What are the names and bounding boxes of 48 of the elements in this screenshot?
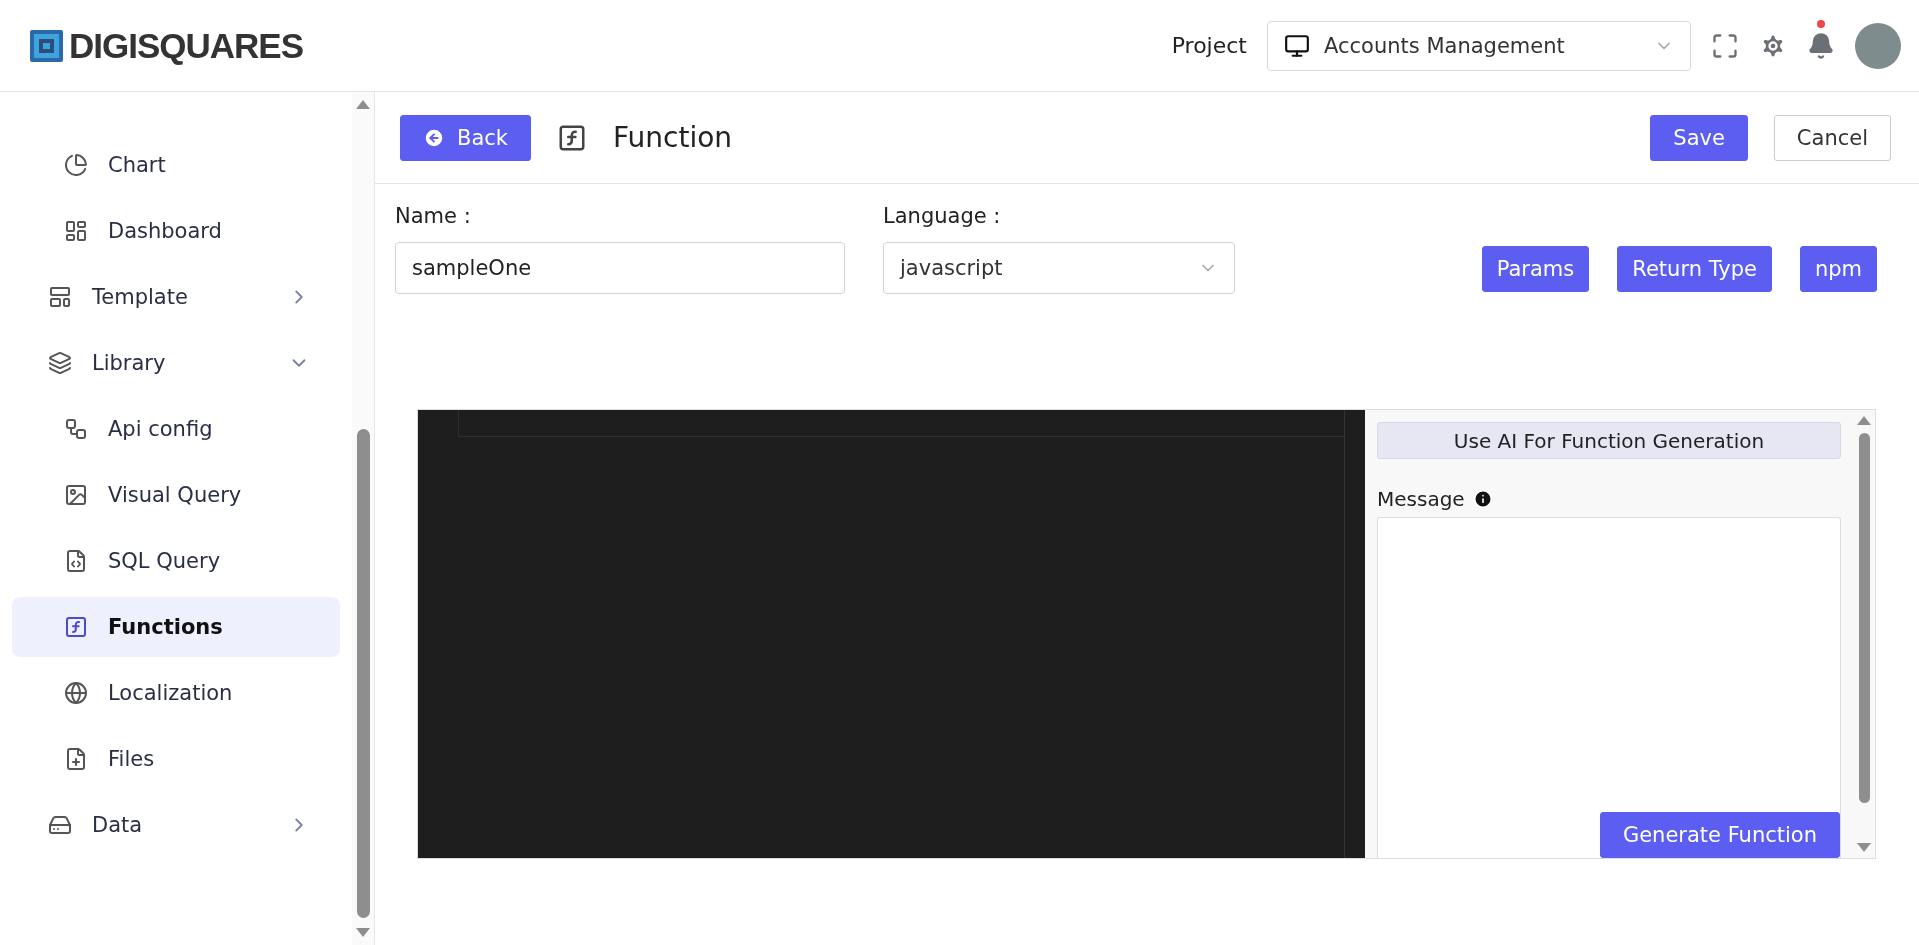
sidebar-item[interactable]: Visual Query — [12, 465, 340, 525]
language-select[interactable]: javascript — [883, 242, 1235, 294]
message-label: Message — [1377, 487, 1465, 511]
ai-panel-title: Use AI For Function Generation — [1377, 422, 1841, 459]
project-select[interactable]: Accounts Management — [1267, 20, 1691, 71]
save-button[interactable]: Save — [1650, 114, 1748, 161]
sidebar-group-icon — [48, 813, 72, 837]
cancel-button[interactable]: Cancel — [1773, 114, 1891, 161]
logo-icon — [30, 29, 63, 62]
form-button[interactable]: Params — [1481, 246, 1590, 292]
arrow-left-icon — [423, 126, 445, 149]
sidebar-item-icon — [64, 681, 88, 705]
fullscreen-button[interactable] — [1711, 31, 1739, 60]
generate-function-button[interactable]: Generate Function — [1599, 812, 1840, 858]
avatar[interactable] — [1855, 22, 1901, 69]
form-button[interactable]: npm — [1799, 246, 1877, 292]
sidebar-group-icon — [48, 351, 72, 375]
sidebar-item-icon — [64, 549, 88, 573]
logo-text: DIGISQUARES — [69, 25, 304, 66]
back-button[interactable]: Back — [400, 114, 531, 161]
sidebar-item[interactable]: Chart — [12, 135, 340, 195]
sidebar-item-icon — [64, 747, 88, 771]
sidebar-group[interactable]: Library — [12, 333, 340, 393]
name-input[interactable]: sampleOne — [395, 242, 845, 294]
info-icon — [1472, 489, 1493, 509]
sidebar-item[interactable]: Dashboard — [12, 201, 340, 261]
sidebar-item-icon — [64, 417, 88, 441]
sidebar-item[interactable]: Localization — [12, 663, 340, 723]
monitor-icon — [1284, 32, 1310, 59]
sidebar-group[interactable]: Data — [12, 795, 340, 855]
language-label: Language : — [883, 204, 1002, 228]
form-button[interactable]: Return Type — [1617, 246, 1772, 292]
sidebar-item[interactable]: SQL Query — [12, 531, 340, 591]
sidebar-item-icon — [64, 483, 88, 507]
sidebar-item-icon — [64, 219, 88, 243]
page-title: Function — [613, 121, 734, 154]
sidebar-item-icon — [64, 153, 88, 177]
project-label: Project — [1171, 33, 1247, 58]
sidebar-item-icon — [64, 615, 88, 639]
sidebar-item[interactable]: Functions — [12, 597, 340, 657]
sidebar-group[interactable]: Template — [12, 267, 340, 327]
sidebar-item[interactable]: Api config — [12, 399, 340, 459]
sidebar-group-icon — [48, 285, 72, 309]
sidebar-scrollbar[interactable] — [352, 92, 374, 945]
sidebar-item[interactable]: Files — [12, 729, 340, 789]
notifications-button[interactable] — [1807, 19, 1835, 60]
name-label: Name : — [395, 204, 472, 228]
message-input[interactable]: Generate Function — [1377, 517, 1841, 858]
